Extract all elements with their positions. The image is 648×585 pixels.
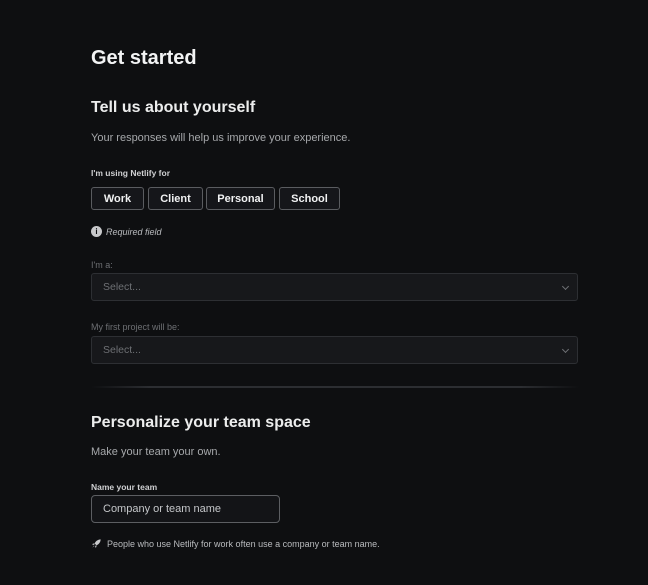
team-name-input[interactable] xyxy=(91,495,280,523)
role-select[interactable]: Select... xyxy=(91,273,578,301)
first-project-label: My first project will be: xyxy=(91,322,180,332)
required-field-note: i Required field xyxy=(91,226,162,237)
team-heading: Personalize your team space xyxy=(91,414,311,431)
usage-option-work[interactable]: Work xyxy=(91,187,144,210)
info-icon: i xyxy=(91,226,102,237)
role-select-value: Select... xyxy=(103,281,141,293)
usage-option-personal[interactable]: Personal xyxy=(206,187,275,210)
first-project-select[interactable]: Select... xyxy=(91,336,578,364)
role-label: I'm a: xyxy=(91,260,113,270)
team-name-hint: People who use Netlify for work often us… xyxy=(91,538,380,549)
usage-option-client[interactable]: Client xyxy=(148,187,203,210)
about-heading: Tell us about yourself xyxy=(91,99,256,116)
usage-option-school[interactable]: School xyxy=(279,187,340,210)
chevron-down-icon xyxy=(561,282,570,291)
team-name-label: Name your team xyxy=(91,482,158,492)
first-project-select-value: Select... xyxy=(103,344,141,356)
section-divider xyxy=(91,386,579,388)
chevron-down-icon xyxy=(561,345,570,354)
team-name-hint-text: People who use Netlify for work often us… xyxy=(107,538,380,549)
rocket-icon xyxy=(92,539,101,548)
about-subtitle: Your responses will help us improve your… xyxy=(91,132,351,144)
page-title: Get started xyxy=(91,47,197,69)
usage-label: I'm using Netlify for xyxy=(91,168,170,178)
team-subtitle: Make your team your own. xyxy=(91,446,221,458)
required-field-text: Required field xyxy=(106,226,162,237)
